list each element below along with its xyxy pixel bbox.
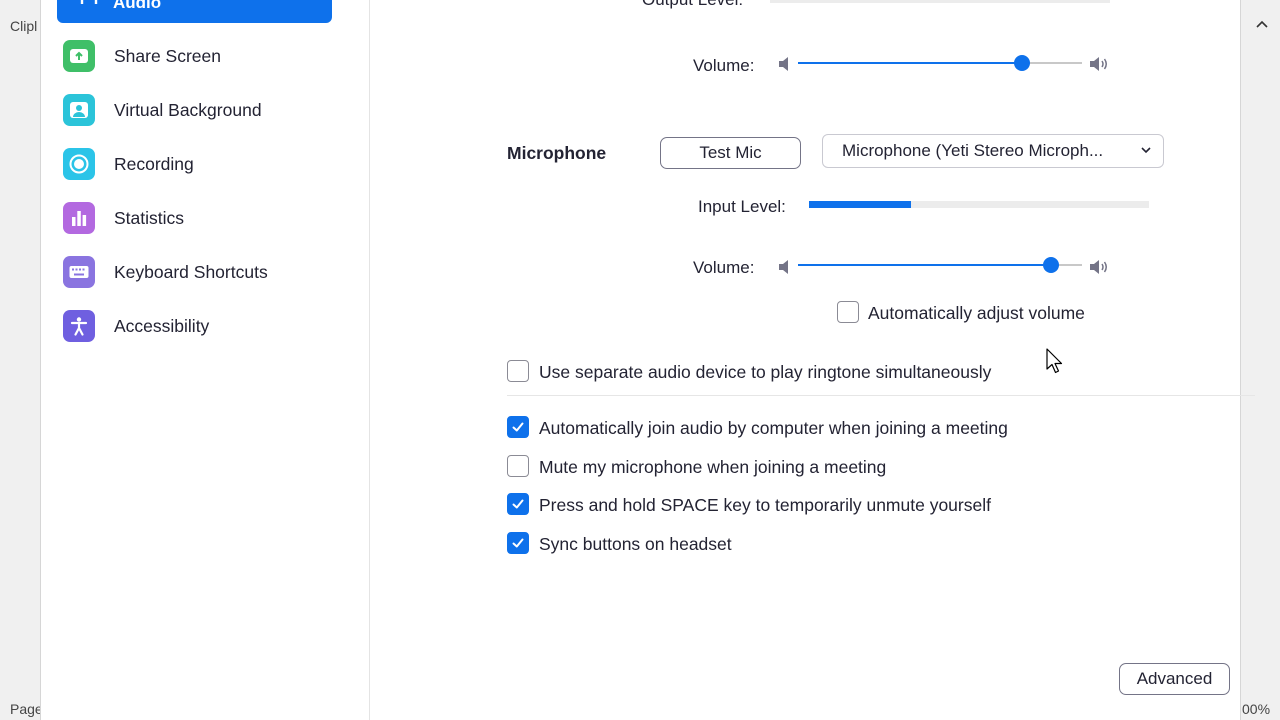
separate-ringtone-label: Use separate audio device to play ringto… <box>539 362 992 382</box>
sidebar-item-label: Keyboard Shortcuts <box>114 262 268 282</box>
mouse-cursor-icon <box>1046 348 1063 374</box>
sidebar-item-share-screen[interactable]: Share Screen <box>63 40 353 74</box>
microphone-device-value: Microphone (Yeti Stereo Microph... <box>842 141 1104 160</box>
microphone-volume-label: Volume: <box>693 258 755 277</box>
test-mic-button[interactable]: Test Mic <box>660 137 801 169</box>
speaker-high-icon <box>1090 260 1107 274</box>
section-divider <box>507 395 1255 396</box>
background-app-left <box>0 0 40 720</box>
auto-join-audio-label: Automatically join audio by computer whe… <box>539 418 1008 438</box>
statistics-icon <box>63 202 95 234</box>
speaker-low-icon <box>779 57 788 71</box>
speaker-volume-knob[interactable] <box>1014 55 1031 71</box>
sidebar-item-label: Share Screen <box>114 46 222 66</box>
sync-headset-checkbox[interactable] <box>507 532 529 554</box>
background-app-right <box>1240 0 1280 720</box>
output-level-label: Output Level: <box>642 0 743 10</box>
microphone-volume-knob[interactable] <box>1042 257 1059 273</box>
input-level-meter <box>809 201 1149 208</box>
mute-on-join-label: Mute my microphone when joining a meetin… <box>539 457 887 477</box>
speaker-low-icon <box>779 260 788 274</box>
auto-join-audio-checkbox[interactable] <box>507 416 529 438</box>
space-unmute-checkbox[interactable] <box>507 493 529 515</box>
sidebar-item-accessibility[interactable]: Accessibility <box>63 310 353 344</box>
speaker-volume-slider[interactable] <box>798 53 1082 73</box>
auto-adjust-volume-checkbox[interactable] <box>837 301 859 323</box>
sidebar-item-label: Statistics <box>114 208 185 228</box>
chevron-up-icon[interactable] <box>1254 16 1270 32</box>
advanced-button[interactable]: Advanced <box>1119 663 1230 695</box>
output-level-meter <box>770 0 1110 3</box>
recording-icon <box>63 148 95 180</box>
accessibility-icon <box>63 310 95 342</box>
chevron-down-icon <box>1141 147 1151 154</box>
sidebar-item-recording[interactable]: Recording <box>63 148 353 182</box>
sidebar-item-virtual-background[interactable]: Virtual Background <box>63 94 353 128</box>
speaker-high-icon <box>1090 57 1107 71</box>
sidebar-item-label: Audio <box>113 0 162 12</box>
sync-headset-label: Sync buttons on headset <box>539 534 732 554</box>
headphones-icon <box>80 0 98 4</box>
sidebar-item-label: Virtual Background <box>114 100 262 120</box>
microphone-volume-slider[interactable] <box>798 255 1082 275</box>
keyboard-icon <box>63 256 95 288</box>
background-zoom-text: 00% <box>1242 701 1271 717</box>
space-unmute-label: Press and hold SPACE key to temporarily … <box>539 495 991 515</box>
settings-sidebar: Audio Share Screen Virtual Background Re… <box>41 0 370 720</box>
sidebar-item-label: Accessibility <box>114 316 210 336</box>
sidebar-item-audio[interactable]: Audio <box>57 0 332 23</box>
share-screen-icon <box>63 40 95 72</box>
separate-ringtone-checkbox[interactable] <box>507 360 529 382</box>
sidebar-item-statistics[interactable]: Statistics <box>63 202 353 236</box>
sidebar-item-label: Recording <box>114 154 194 174</box>
mute-on-join-checkbox[interactable] <box>507 455 529 477</box>
input-level-label: Input Level: <box>698 197 786 216</box>
checkmark-icon <box>512 538 524 548</box>
audio-settings-panel: Output Level: Volume: Microphone Test Mi… <box>371 0 1255 720</box>
microphone-device-select[interactable]: Microphone (Yeti Stereo Microph... <box>822 134 1164 168</box>
background-page-text: Page <box>10 701 43 717</box>
sidebar-item-keyboard-shortcuts[interactable]: Keyboard Shortcuts <box>63 256 353 290</box>
checkmark-icon <box>512 499 524 509</box>
checkmark-icon <box>512 422 524 432</box>
virtual-background-icon <box>63 94 95 126</box>
background-clip-text: Clipl <box>10 18 38 34</box>
speaker-volume-label: Volume: <box>693 56 755 75</box>
auto-adjust-volume-label: Automatically adjust volume <box>868 303 1085 323</box>
microphone-section-title: Microphone <box>507 143 607 163</box>
